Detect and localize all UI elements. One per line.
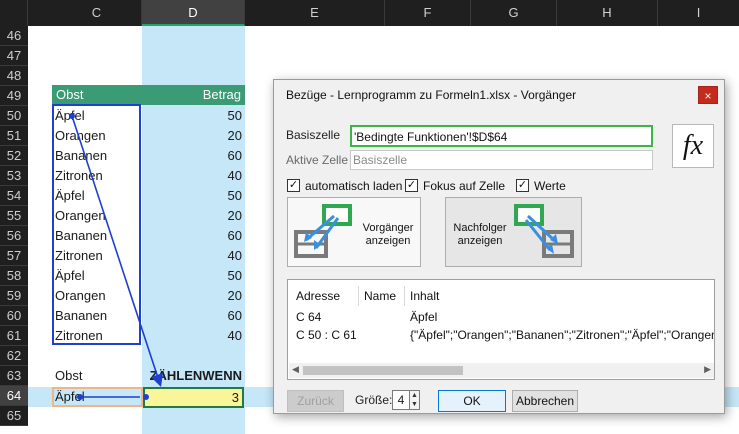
list-header-name[interactable]: Name [364,289,396,303]
row-header[interactable]: 55 [0,206,28,226]
vorgaenger-line1: Vorgänger [362,222,414,234]
checkbox-automatisch-laden[interactable]: ✓ automatisch laden [287,178,402,194]
dialog-title: Bezüge - Lernprogramm zu Formeln1.xlsx -… [286,88,577,102]
precedent-range-highlight [52,104,141,345]
basiszelle-input[interactable]: 'Bedingte Funktionen'!$D$64 [350,125,653,147]
list-cell-inhalt[interactable]: {"Äpfel";"Orangen";"Bananen";"Zitronen";… [410,328,714,342]
horizontal-scrollbar[interactable]: ◀ ▶ [289,363,714,378]
row-header[interactable]: 65 [0,406,28,426]
list-header-inhalt[interactable]: Inhalt [410,289,439,303]
vorgaenger-anzeigen-button[interactable]: Vorgänger anzeigen [287,197,421,267]
column-header-f[interactable]: F [385,0,471,26]
size-stepper-buttons[interactable]: ▲ ▼ [410,390,420,410]
nachfolger-line2: anzeigen [457,235,503,247]
checkbox-label: Fokus auf Zelle [423,179,506,193]
trace-precedents-dialog: Bezüge - Lernprogramm zu Formeln1.xlsx -… [273,79,725,414]
row-header-selected[interactable]: 64 [0,386,28,406]
criteria-label[interactable]: Obst [55,368,82,383]
list-cell-adresse[interactable]: C 64 [296,310,321,324]
check-icon: ✓ [516,179,529,192]
chevron-up-icon[interactable]: ▲ [411,392,418,399]
row-header[interactable]: 48 [0,66,28,86]
row-header[interactable]: 63 [0,366,28,386]
scroll-right-icon[interactable]: ▶ [704,364,711,375]
cell-betrag[interactable]: 60 [142,308,242,323]
cell-betrag[interactable]: 40 [142,168,242,183]
criteria-cell[interactable]: Äpfel [55,389,85,404]
row-header[interactable]: 46 [0,26,28,46]
row-header[interactable]: 56 [0,226,28,246]
row-header[interactable]: 54 [0,186,28,206]
formula-result: 3 [231,390,239,405]
cell-betrag[interactable]: 50 [142,188,242,203]
row-header[interactable]: 53 [0,166,28,186]
formula-label[interactable]: ZÄHLENWENN [142,368,242,383]
trace-precedents-icon [294,204,352,258]
trace-dependents-icon [514,204,574,258]
column-header-e[interactable]: E [245,0,385,26]
cell-betrag[interactable]: 20 [142,208,242,223]
cell-betrag[interactable]: 20 [142,128,242,143]
list-header-divider [358,286,359,306]
formula-cell-d64[interactable]: 3 [143,387,244,408]
aktive-zelle-label: Aktive Zelle [286,153,349,167]
row-header[interactable]: 60 [0,306,28,326]
ok-button[interactable]: OK [438,390,506,412]
reference-list[interactable]: Adresse Name Inhalt C 64 Äpfel C 50 : C … [287,279,715,380]
column-header-c[interactable]: C [52,0,142,26]
column-header-g[interactable]: G [471,0,557,26]
size-stepper[interactable]: 4 [392,390,410,410]
cancel-button[interactable]: Abbrechen [512,390,578,412]
row-header[interactable]: 52 [0,146,28,166]
row-header[interactable]: 58 [0,266,28,286]
row-header[interactable]: 61 [0,326,28,346]
select-all-corner[interactable] [0,0,28,26]
scrollbar-thumb[interactable] [303,366,463,375]
row-header[interactable]: 62 [0,346,28,366]
table-header-betrag[interactable]: Betrag [203,87,241,102]
cell-betrag[interactable]: 20 [142,288,242,303]
list-header-adresse[interactable]: Adresse [296,289,340,303]
column-header-i[interactable]: I [658,0,739,26]
row-header[interactable]: 57 [0,246,28,266]
chevron-down-icon[interactable]: ▼ [411,401,418,408]
checkbox-fokus-auf-zelle[interactable]: ✓ Fokus auf Zelle [405,178,505,194]
checkbox-label: automatisch laden [305,179,403,193]
cell-betrag[interactable]: 50 [142,108,242,123]
check-icon: ✓ [405,179,418,192]
row-header[interactable]: 47 [0,46,28,66]
list-header-divider [404,286,405,306]
column-header-bar: C D E F G H I [0,0,739,26]
column-header-h[interactable]: H [557,0,658,26]
column-header-d[interactable]: D [142,0,245,26]
table-header: Obst Betrag [52,85,245,105]
cell-betrag[interactable]: 60 [142,148,242,163]
row-header[interactable]: 49 [0,86,28,106]
checkbox-label: Werte [534,179,566,193]
list-cell-adresse[interactable]: C 50 : C 61 [296,328,357,342]
row-header[interactable]: 51 [0,126,28,146]
check-icon: ✓ [287,179,300,192]
cell-betrag[interactable]: 60 [142,228,242,243]
list-cell-inhalt[interactable]: Äpfel [410,310,437,324]
checkbox-werte[interactable]: ✓ Werte [516,178,566,194]
table-header-obst[interactable]: Obst [56,87,83,102]
nachfolger-line1: Nachfolger [453,222,507,234]
scroll-left-icon[interactable]: ◀ [292,364,299,375]
row-header[interactable]: 59 [0,286,28,306]
cell-betrag[interactable]: 50 [142,268,242,283]
nachfolger-anzeigen-button[interactable]: Nachfolger anzeigen [445,197,582,267]
cell-betrag[interactable]: 40 [142,328,242,343]
back-button[interactable]: Zurück [287,390,344,412]
fx-button[interactable]: fx [672,124,714,168]
size-label: Größe: [355,393,393,407]
row-header[interactable]: 50 [0,106,28,126]
vorgaenger-line2: anzeigen [365,235,411,247]
cell-betrag[interactable]: 40 [142,248,242,263]
close-button[interactable]: × [698,86,718,104]
basiszelle-label: Basiszelle [286,128,341,142]
aktive-zelle-input[interactable]: Basiszelle [350,150,653,170]
